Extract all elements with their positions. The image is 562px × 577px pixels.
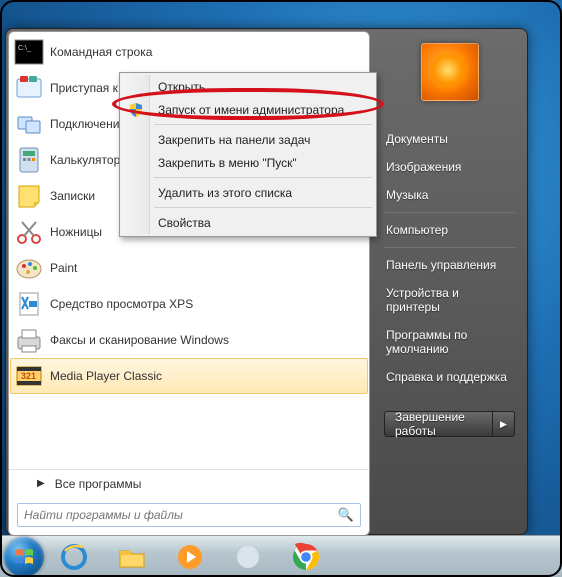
mpc-icon: 321 xyxy=(12,359,46,393)
fax-icon xyxy=(12,323,46,357)
program-label: Подключение xyxy=(50,117,126,131)
right-item-computer[interactable]: Компьютер xyxy=(372,216,527,244)
program-label: Факсы и сканирование Windows xyxy=(50,333,229,347)
program-label: Ножницы xyxy=(50,225,102,239)
generic-app-icon xyxy=(233,542,263,572)
arrow-right-icon: ▶ xyxy=(37,478,45,489)
start-menu-right-pane: Документы Изображения Музыка Компьютер П… xyxy=(372,29,527,534)
context-menu: Открыть Запуск от имени администратора З… xyxy=(119,72,377,237)
program-item-mpc[interactable]: 321 Media Player Classic xyxy=(10,358,368,394)
shutdown-arrow-icon[interactable]: ▶ xyxy=(492,412,514,436)
all-programs-button[interactable]: ▶ Все программы xyxy=(9,469,369,497)
search-box[interactable]: 🔍 xyxy=(17,503,361,527)
getting-started-icon xyxy=(12,71,46,105)
context-menu-label: Свойства xyxy=(158,216,211,230)
wmp-icon xyxy=(175,542,205,572)
search-input[interactable] xyxy=(24,508,338,522)
calculator-icon xyxy=(12,143,46,177)
program-item-fax-scan[interactable]: Факсы и сканирование Windows xyxy=(10,322,368,358)
chrome-icon xyxy=(291,542,321,572)
connect-icon xyxy=(12,107,46,141)
context-menu-run-as-admin[interactable]: Запуск от имени администратора xyxy=(122,98,374,121)
search-icon: 🔍 xyxy=(338,507,354,523)
right-item-devices[interactable]: Устройства и принтеры xyxy=(372,279,527,321)
ie-icon xyxy=(59,542,89,572)
folder-icon xyxy=(117,542,147,572)
user-avatar[interactable] xyxy=(421,43,479,101)
program-item-paint[interactable]: Paint xyxy=(10,250,368,286)
taskbar-ie[interactable] xyxy=(46,538,102,576)
program-label: Командная строка xyxy=(50,45,152,59)
context-menu-label: Запуск от имени администратора xyxy=(158,103,344,117)
right-item-pictures[interactable]: Изображения xyxy=(372,153,527,181)
context-menu-open[interactable]: Открыть xyxy=(122,75,374,98)
program-item-xps-viewer[interactable]: Средство просмотра XPS xyxy=(10,286,368,322)
shutdown-button[interactable]: Завершение работы ▶ xyxy=(384,411,515,437)
context-menu-properties[interactable]: Свойства xyxy=(122,211,374,234)
svg-text:C:\_: C:\_ xyxy=(18,45,31,52)
context-menu-remove[interactable]: Удалить из этого списка xyxy=(122,181,374,204)
program-label: Записки xyxy=(50,189,95,203)
context-menu-pin-start[interactable]: Закрепить в меню "Пуск" xyxy=(122,151,374,174)
cmd-icon: C:\_ xyxy=(12,35,46,69)
taskbar xyxy=(0,535,562,577)
start-button[interactable] xyxy=(4,537,44,577)
right-item-documents[interactable]: Документы xyxy=(372,125,527,153)
windows-logo-icon xyxy=(14,548,34,566)
shield-icon xyxy=(127,101,145,119)
svg-text:321: 321 xyxy=(21,371,36,381)
context-menu-label: Закрепить на панели задач xyxy=(158,133,310,147)
scissors-icon xyxy=(12,215,46,249)
taskbar-explorer[interactable] xyxy=(104,538,160,576)
program-item-cmd[interactable]: C:\_ Командная строка xyxy=(10,34,368,70)
all-programs-label: Все программы xyxy=(55,477,142,491)
context-menu-label: Открыть xyxy=(158,80,205,94)
context-menu-label: Закрепить в меню "Пуск" xyxy=(158,156,297,170)
program-label: Paint xyxy=(50,261,77,275)
shutdown-label: Завершение работы xyxy=(385,410,492,438)
right-item-music[interactable]: Музыка xyxy=(372,181,527,209)
right-item-control-panel[interactable]: Панель управления xyxy=(372,251,527,279)
right-item-default-programs[interactable]: Программы по умолчанию xyxy=(372,321,527,363)
xps-icon xyxy=(12,287,46,321)
context-menu-label: Удалить из этого списка xyxy=(158,186,292,200)
right-item-help[interactable]: Справка и поддержка xyxy=(372,363,527,391)
program-label: Средство просмотра XPS xyxy=(50,297,193,311)
sticky-notes-icon xyxy=(12,179,46,213)
taskbar-app[interactable] xyxy=(220,538,276,576)
taskbar-media-player[interactable] xyxy=(162,538,218,576)
context-menu-pin-taskbar[interactable]: Закрепить на панели задач xyxy=(122,128,374,151)
paint-icon xyxy=(12,251,46,285)
program-label: Калькулятор xyxy=(50,153,120,167)
program-label: Media Player Classic xyxy=(50,369,162,383)
taskbar-chrome[interactable] xyxy=(278,538,334,576)
